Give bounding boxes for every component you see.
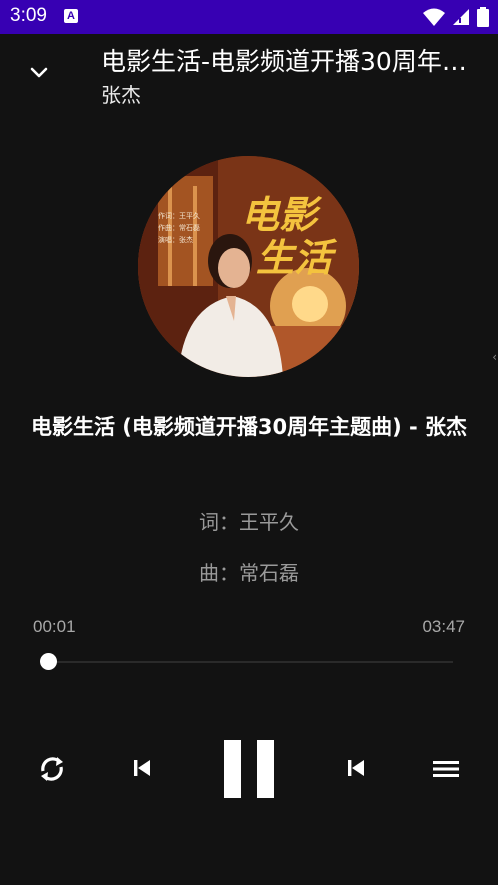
edge-mark: ‹ (492, 350, 497, 364)
status-icons (422, 7, 490, 27)
current-time: 00:01 (33, 617, 76, 636)
status-time: 3:09 (10, 5, 47, 26)
repeat-icon (41, 757, 63, 781)
next-button[interactable] (341, 753, 371, 783)
chevron-down-icon (30, 67, 48, 78)
seek-thumb[interactable] (40, 653, 57, 670)
repeat-button[interactable] (34, 751, 70, 787)
lyricist-credit: 词：王平久 (199, 510, 299, 534)
signal-icon (452, 9, 469, 25)
collapse-button[interactable] (24, 58, 54, 88)
skip-next-icon (348, 760, 364, 776)
header-song-title: 电影生活-电影频道开播30周年主题曲) - 张杰 (101, 47, 491, 76)
svg-text:演唱：张杰: 演唱：张杰 (158, 235, 193, 244)
pause-icon (224, 740, 274, 798)
svg-text:生活: 生活 (256, 235, 338, 280)
seek-bar[interactable] (40, 653, 453, 670)
playlist-button[interactable] (430, 755, 462, 783)
svg-text:电影: 电影 (241, 192, 323, 237)
svg-text:作词：王平久: 作词：王平久 (158, 211, 200, 220)
svg-text:作曲：常石磊: 作曲：常石磊 (158, 223, 200, 232)
playlist-icon (433, 761, 459, 777)
previous-button[interactable] (127, 753, 157, 783)
notification-icon: A (64, 9, 78, 23)
wifi-icon (422, 8, 445, 26)
total-time: 03:47 (422, 617, 465, 636)
header-artist: 张杰 (101, 83, 141, 107)
album-art: 电影 生活 作词：王平久 作曲：常石磊 演唱：张杰 (138, 156, 359, 377)
song-title: 电影生活 (电影频道开播30周年主题曲) - 张杰 (30, 415, 468, 439)
status-bar: 3:09 A (0, 0, 498, 34)
composer-credit: 曲：常石磊 (199, 561, 299, 585)
battery-icon (477, 7, 489, 27)
music-player-screen: 3:09 A 电影生活-电影频道开播30周年主题曲) - 张杰 张杰 (0, 0, 498, 885)
pause-button[interactable] (221, 737, 277, 801)
skip-previous-icon (134, 760, 150, 776)
album-art-image: 电影 生活 作词：王平久 作曲：常石磊 演唱：张杰 (138, 156, 359, 377)
